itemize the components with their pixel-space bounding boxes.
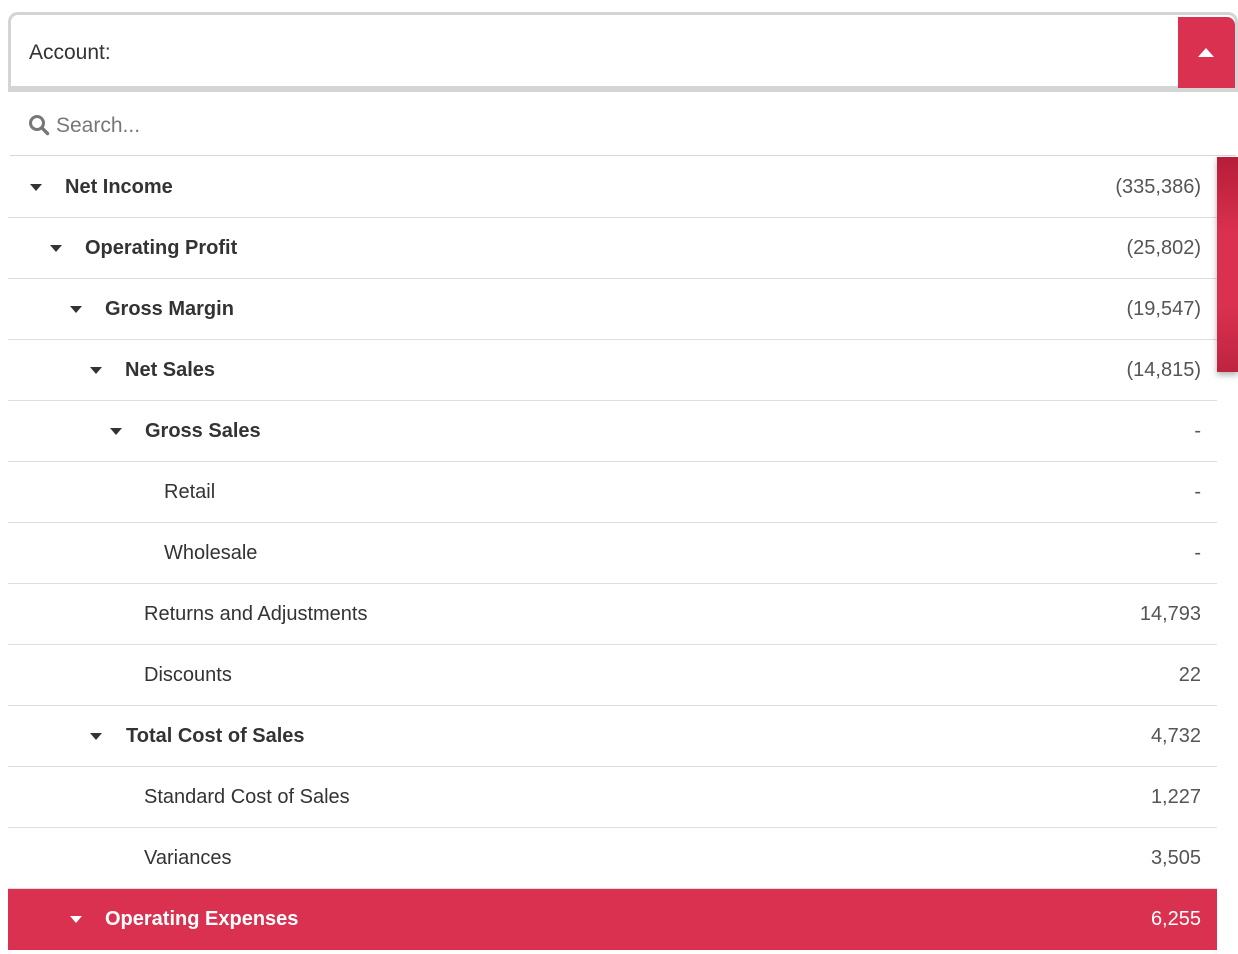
row-label: Total Cost of Sales	[126, 725, 305, 747]
tree-row-net-income[interactable]: Net Income (335,386)	[8, 157, 1217, 218]
row-value: 1,227	[1150, 786, 1201, 808]
tree-row-operating-expenses[interactable]: Operating Expenses 6,255	[8, 889, 1217, 950]
account-dropdown[interactable]: Account:	[8, 12, 1238, 92]
tree-row-returns-and-adjustments[interactable]: Returns and Adjustments 14,793	[8, 584, 1217, 645]
row-value: -	[1194, 481, 1201, 503]
caret-down-icon[interactable]	[90, 733, 102, 740]
search-bar	[10, 94, 1236, 156]
row-label: Returns and Adjustments	[144, 603, 368, 625]
row-label: Net Income	[65, 176, 173, 198]
search-icon	[29, 115, 50, 136]
row-label: Standard Cost of Sales	[144, 786, 350, 808]
tree-row-gross-margin[interactable]: Gross Margin (19,547)	[8, 279, 1217, 340]
row-value: (335,386)	[1115, 176, 1201, 198]
tree-row-wholesale[interactable]: Wholesale -	[8, 523, 1217, 584]
row-value: 6,255	[1150, 908, 1201, 930]
tree-row-total-cost-of-sales[interactable]: Total Cost of Sales 4,732	[8, 706, 1217, 767]
row-value: 14,793	[1139, 603, 1201, 625]
row-value: -	[1194, 542, 1201, 564]
row-label: Variances	[144, 847, 232, 869]
tree-row-retail[interactable]: Retail -	[8, 462, 1217, 523]
row-label: Gross Margin	[105, 298, 234, 320]
account-tree-list: Net Income (335,386) Operating Profit (2…	[8, 157, 1217, 954]
row-value: (25,802)	[1126, 237, 1202, 259]
row-label: Discounts	[144, 664, 232, 686]
row-label: Net Sales	[125, 359, 216, 381]
caret-up-icon	[1198, 48, 1214, 57]
row-label: Wholesale	[164, 542, 258, 564]
dropdown-toggle-button[interactable]	[1178, 17, 1235, 88]
row-label: Retail	[164, 481, 216, 503]
tree-row-discounts[interactable]: Discounts 22	[8, 645, 1217, 706]
row-value: 4,732	[1150, 725, 1201, 747]
caret-down-icon[interactable]	[30, 184, 42, 191]
scrollbar-thumb[interactable]	[1217, 157, 1238, 372]
tree-row-standard-cost-of-sales[interactable]: Standard Cost of Sales 1,227	[8, 767, 1217, 828]
caret-down-icon[interactable]	[70, 306, 82, 313]
account-label: Account:	[29, 41, 111, 64]
row-label: Operating Expenses	[105, 908, 299, 930]
row-label: Gross Sales	[145, 420, 261, 442]
caret-down-icon[interactable]	[110, 428, 122, 435]
row-value: (19,547)	[1126, 298, 1202, 320]
tree-row-operating-profit[interactable]: Operating Profit (25,802)	[8, 218, 1217, 279]
search-input[interactable]	[54, 108, 1158, 144]
row-value: -	[1194, 420, 1201, 442]
row-value: 3,505	[1150, 847, 1201, 869]
tree-row-variances[interactable]: Variances 3,505	[8, 828, 1217, 889]
caret-down-icon[interactable]	[70, 916, 82, 923]
tree-row-net-sales[interactable]: Net Sales (14,815)	[8, 340, 1217, 401]
row-label: Operating Profit	[85, 237, 238, 259]
caret-down-icon[interactable]	[50, 245, 62, 252]
row-value: (14,815)	[1126, 359, 1202, 381]
caret-down-icon[interactable]	[90, 367, 102, 374]
tree-row-gross-sales[interactable]: Gross Sales -	[8, 401, 1217, 462]
row-value: 22	[1178, 664, 1201, 686]
